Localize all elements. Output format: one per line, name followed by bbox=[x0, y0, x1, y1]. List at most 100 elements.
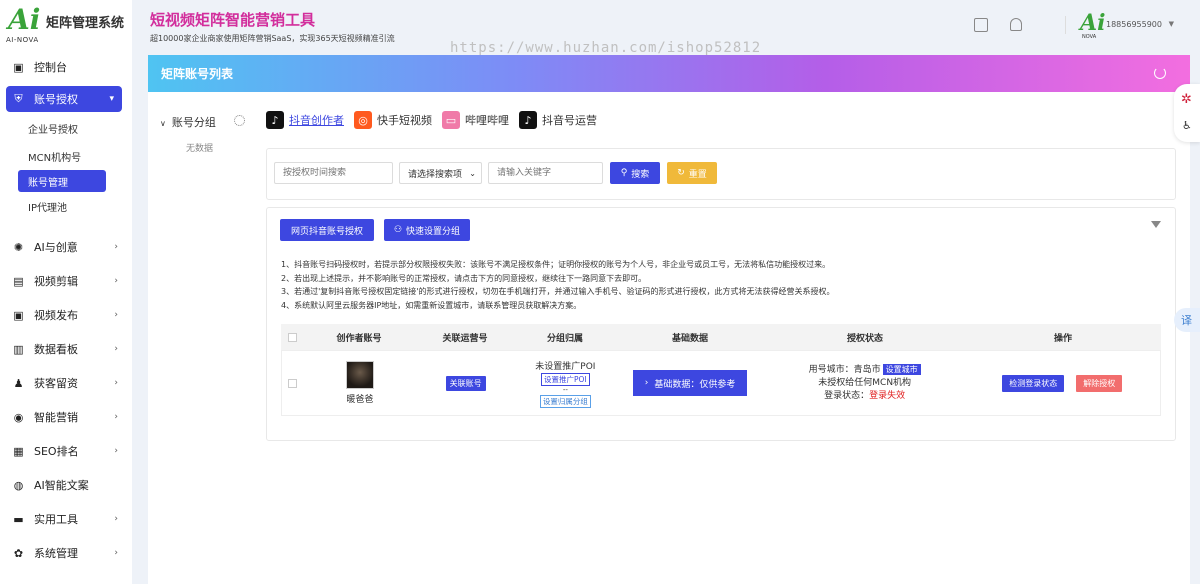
chart-icon: ▥ bbox=[13, 342, 24, 356]
city-line: 用号城市：青岛市 设置城市 bbox=[809, 363, 921, 377]
sidebar-item-ai-creative[interactable]: ✺ AI与创意 › bbox=[0, 230, 132, 264]
tab-douyin-ops[interactable]: ♪ 抖音号运营 bbox=[519, 111, 597, 129]
note-1: 1、抖音账号扫码授权时，若提示部分权限授权失败：该账号不满足授权条件；证明你授权… bbox=[281, 260, 831, 269]
ranking-icon: ▦ bbox=[13, 444, 24, 458]
col-basic: 基础数据 bbox=[671, 333, 708, 344]
sidebar-item-seo[interactable]: ▦ SEO排名 › bbox=[0, 434, 132, 468]
translate-button[interactable]: 译 bbox=[1174, 308, 1200, 332]
creator-cell: 暖爸爸 bbox=[304, 361, 416, 405]
set-city-button[interactable]: 设置城市 bbox=[882, 364, 921, 375]
chevron-right-icon: › bbox=[114, 310, 118, 320]
sidebar-item-marketing[interactable]: ◉ 智能营销 › bbox=[0, 400, 132, 434]
book-icon[interactable] bbox=[974, 18, 988, 32]
bell-icon[interactable] bbox=[1010, 18, 1022, 31]
sidebar-item-video-publish[interactable]: ▣ 视频发布 › bbox=[0, 298, 132, 332]
brand-logo: Ai AI-NOVA bbox=[6, 3, 41, 45]
chevron-right-icon: › bbox=[114, 548, 118, 558]
sidebar-item-video-edit[interactable]: ▤ 视频剪辑 › bbox=[0, 264, 132, 298]
sidebar-item-tools[interactable]: ▬ 实用工具 › bbox=[0, 502, 132, 536]
quick-group-button[interactable]: ⚇ 快速设置分组 bbox=[384, 219, 470, 241]
row-checkbox-cell bbox=[282, 378, 304, 388]
basic-data-button[interactable]: › 基础数据：仅供参考 bbox=[632, 370, 748, 396]
login-label: 登录状态： bbox=[824, 391, 870, 401]
login-status-badge: 登录失效 bbox=[869, 391, 906, 401]
sidebar-item-label: 获客留资 bbox=[34, 377, 78, 390]
accessibility-icon[interactable]: ♿ bbox=[1182, 119, 1192, 132]
keyword-input[interactable] bbox=[488, 162, 603, 184]
city-label: 用号城市：青岛市 bbox=[808, 365, 881, 375]
main-card: 矩阵账号列表 ∨ 账号分组 无数据 ♪ 抖音创作者 ◎ 快手短视频 ▭ 哔哩哔哩 … bbox=[148, 55, 1190, 584]
sidebar-item-label: 系统管理 bbox=[34, 547, 78, 560]
chevron-right-icon: › bbox=[114, 344, 118, 354]
reset-button-label: 重置 bbox=[688, 169, 707, 180]
select-all-checkbox[interactable] bbox=[287, 332, 297, 342]
refresh-icon[interactable] bbox=[1154, 67, 1166, 79]
sidebar-subitem-ip-pool[interactable]: IP代理池 bbox=[0, 192, 132, 220]
search-button[interactable]: ⚲ 搜索 bbox=[610, 162, 660, 184]
mcn-status: 未授权给任何MCN机构 bbox=[818, 378, 912, 388]
kuaishou-icon: ◎ bbox=[354, 111, 372, 129]
user-name[interactable]: 18856955900 bbox=[1106, 20, 1162, 29]
web-auth-button[interactable]: 网页抖音账号授权 bbox=[280, 219, 374, 241]
banner-title: 矩阵账号列表 bbox=[161, 67, 234, 81]
sidebar-item-account-auth[interactable]: ⛨ 账号授权 ▾ bbox=[6, 86, 122, 112]
tab-kuaishou[interactable]: ◎ 快手短视频 bbox=[354, 111, 432, 129]
sidebar-item-label: AI与创意 bbox=[34, 241, 78, 254]
sidebar-item-leads[interactable]: ♟ 获客留资 › bbox=[0, 366, 132, 400]
avatar[interactable]: Ai NOVA bbox=[1080, 10, 1108, 40]
sidebar-item-system[interactable]: ✿ 系统管理 › bbox=[0, 536, 132, 570]
accounts-table: 创作者账号 关联运营号 分组归属 基础数据 授权状态 操作 暖爸爸 关联账号 未… bbox=[281, 324, 1161, 416]
tiktok-icon: ♪ bbox=[266, 111, 284, 129]
logo-letters: Ai bbox=[8, 3, 41, 36]
sidebar-item-label: 数据看板 bbox=[34, 343, 78, 356]
reset-button[interactable]: ↻ 重置 bbox=[667, 162, 717, 184]
header-title: 短视频矩阵智能营销工具 bbox=[150, 11, 316, 29]
platform-tabs: ♪ 抖音创作者 ◎ 快手短视频 ▭ 哔哩哔哩 ♪ 抖音号运营 bbox=[266, 111, 597, 129]
login-line: 登录状态：登录失效 bbox=[824, 390, 905, 403]
sidebar-subitem-account-manage[interactable]: 账号管理 bbox=[18, 170, 106, 192]
search-icon: ⚲ bbox=[620, 168, 628, 178]
sidebar-item-dashboard[interactable]: ▣ 控制台 bbox=[0, 50, 132, 84]
group-title[interactable]: ∨ 账号分组 bbox=[160, 114, 216, 130]
gear-icon: ✿ bbox=[13, 546, 24, 560]
sidebar-subitem-enterprise[interactable]: 企业号授权 bbox=[0, 114, 132, 142]
shield-icon: ⛨ bbox=[14, 92, 23, 105]
tab-bilibili[interactable]: ▭ 哔哩哔哩 bbox=[442, 111, 509, 129]
revoke-auth-button[interactable]: 解除授权 bbox=[1076, 374, 1123, 392]
group-cell: 未设置推广POI 设置推广POI -- 设置归属分组 bbox=[515, 359, 615, 408]
poi-status: 未设置推广POI bbox=[535, 361, 596, 372]
sidebar-item-label: 账号授权 bbox=[34, 93, 78, 106]
notes: 1、抖音账号扫码授权时，若提示部分权限授权失败：该账号不满足授权条件；证明你授权… bbox=[281, 258, 834, 312]
set-group-button[interactable]: 设置归属分组 bbox=[539, 394, 591, 408]
sidebar-item-ai-copy[interactable]: ◍ AI智能文案 bbox=[0, 468, 132, 502]
header-divider bbox=[1065, 16, 1066, 34]
banner: 矩阵账号列表 bbox=[148, 55, 1190, 92]
row-checkbox[interactable] bbox=[288, 378, 298, 388]
header: 短视频矩阵智能营销工具 超10000家企业商家使用矩阵营销SaaS，实现365天… bbox=[132, 0, 1200, 56]
note-3: 3、若通过'复制抖音账号授权固定链接'的形式进行授权，切勿在手机端打开，并通过输… bbox=[281, 287, 835, 296]
col-linked: 关联运营号 bbox=[442, 333, 488, 344]
sidebar-subitem-mcn[interactable]: MCN机构号 bbox=[0, 142, 132, 170]
search-item-select[interactable]: 请选择搜索项 ⌄ bbox=[399, 162, 482, 184]
link-account-button[interactable]: 关联账号 bbox=[445, 375, 486, 391]
chevron-down-icon[interactable]: ▼ bbox=[1169, 20, 1174, 28]
auth-time-input[interactable] bbox=[274, 162, 393, 184]
tab-label: 哔哩哔哩 bbox=[465, 114, 509, 127]
check-login-button[interactable]: 检测登录状态 bbox=[1002, 374, 1065, 392]
chevron-right-icon: › bbox=[114, 446, 118, 456]
watermark: https://www.huzhan.com/ishop52812 bbox=[450, 40, 762, 56]
chevron-right-icon: › bbox=[644, 378, 649, 388]
table-header: 创作者账号 关联运营号 分组归属 基础数据 授权状态 操作 bbox=[281, 324, 1161, 350]
search-bar: 请选择搜索项 ⌄ ⚲ 搜索 ↻ 重置 bbox=[266, 148, 1176, 200]
filter-icon[interactable] bbox=[1151, 221, 1161, 228]
tab-douyin-creator[interactable]: ♪ 抖音创作者 bbox=[266, 111, 344, 129]
set-poi-button[interactable]: 设置推广POI bbox=[541, 372, 590, 386]
col-creator: 创作者账号 bbox=[336, 333, 382, 344]
chevron-down-icon: ⌄ bbox=[469, 168, 476, 178]
basic-cell: › 基础数据：仅供参考 bbox=[615, 370, 765, 396]
logo-icon[interactable]: ✲ bbox=[1181, 92, 1192, 107]
floating-toolbar: ✲ ♿ bbox=[1174, 84, 1200, 142]
sidebar-item-data-board[interactable]: ▥ 数据看板 › bbox=[0, 332, 132, 366]
linked-cell: 关联账号 bbox=[416, 375, 516, 391]
gear-icon[interactable] bbox=[234, 115, 245, 126]
